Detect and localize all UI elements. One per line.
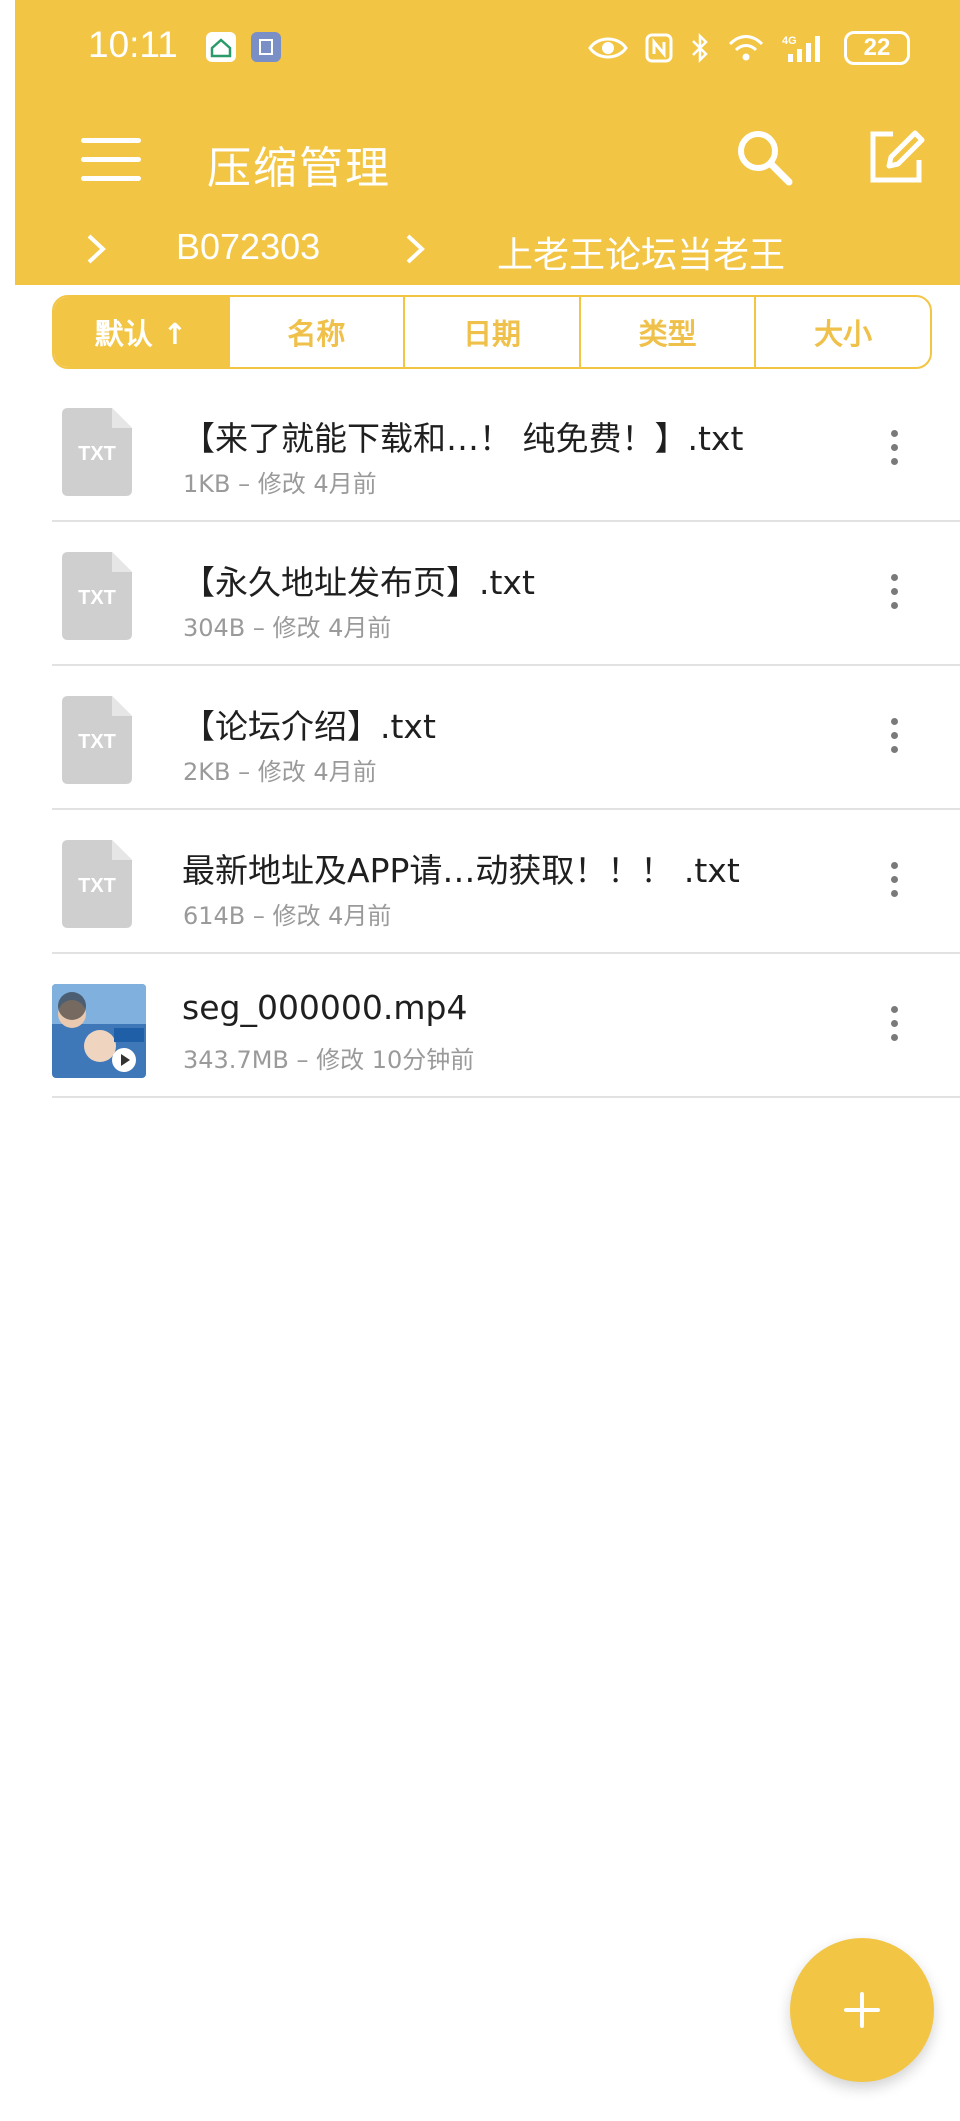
app-bar: 10:11 4G 22 压缩管理 B072303 上老王论坛当老王 <box>15 0 960 285</box>
more-vert-icon[interactable] <box>874 858 914 902</box>
video-thumbnail <box>52 984 146 1078</box>
file-meta: 614B – 修改 4月前 <box>183 902 392 930</box>
edit-icon[interactable] <box>865 128 925 188</box>
toolbar: 压缩管理 <box>15 112 960 202</box>
breadcrumb-item-folder[interactable]: B072303 <box>176 226 320 268</box>
sort-tab-date[interactable]: 日期 <box>403 297 579 367</box>
file-type-label: TXT <box>78 443 116 465</box>
sort-tabs: 默认 ↑ 名称 日期 类型 大小 <box>52 295 932 369</box>
list-item[interactable]: seg_000000.mp4 343.7MB – 修改 10分钟前 <box>52 954 960 1098</box>
nfc-icon <box>645 33 673 63</box>
file-name: 最新地址及APP请…动获取！！！ .txt <box>182 851 740 890</box>
txt-file-icon: TXT <box>62 552 132 640</box>
file-meta: 343.7MB – 修改 10分钟前 <box>183 1046 475 1074</box>
txt-file-icon: TXT <box>62 840 132 928</box>
wifi-icon <box>728 35 764 61</box>
add-button[interactable] <box>790 1938 934 2082</box>
sort-tab-name[interactable]: 名称 <box>227 297 404 367</box>
file-type-label: TXT <box>78 731 116 753</box>
list-item[interactable]: TXT 【论坛介绍】.txt 2KB – 修改 4月前 <box>52 666 960 810</box>
file-meta: 1KB – 修改 4月前 <box>183 470 377 498</box>
page-title: 压缩管理 <box>207 143 391 194</box>
svg-text:4G: 4G <box>782 35 797 47</box>
file-name: seg_000000.mp4 <box>182 988 468 1027</box>
list-item[interactable]: TXT 【永久地址发布页】.txt 304B – 修改 4月前 <box>52 522 960 666</box>
file-list: TXT 【来了就能下载和…！ 纯免费！】.txt 1KB – 修改 4月前 TX… <box>52 378 960 1098</box>
plus-icon <box>860 1992 864 2028</box>
bluetooth-icon <box>692 32 708 64</box>
file-type-label: TXT <box>78 587 116 609</box>
chevron-right-icon <box>87 234 106 264</box>
menu-icon[interactable] <box>81 130 141 188</box>
file-meta: 304B – 修改 4月前 <box>183 614 392 642</box>
list-item[interactable]: TXT 【来了就能下载和…！ 纯免费！】.txt 1KB – 修改 4月前 <box>52 378 960 522</box>
sort-tab-size[interactable]: 大小 <box>754 297 930 367</box>
txt-file-icon: TXT <box>62 408 132 496</box>
more-vert-icon[interactable] <box>874 426 914 470</box>
status-bar: 10:11 4G 22 <box>15 0 960 100</box>
file-meta: 2KB – 修改 4月前 <box>183 758 377 786</box>
file-name: 【论坛介绍】.txt <box>182 707 436 746</box>
app-badge-icon <box>251 32 281 62</box>
eye-icon <box>588 37 628 59</box>
txt-file-icon: TXT <box>62 696 132 784</box>
more-vert-icon[interactable] <box>874 570 914 614</box>
more-vert-icon[interactable] <box>874 714 914 758</box>
breadcrumb-item-current[interactable]: 上老王论坛当老王 <box>497 226 785 278</box>
more-vert-icon[interactable] <box>874 1002 914 1046</box>
breadcrumb: B072303 上老王论坛当老王 <box>15 218 960 278</box>
search-icon[interactable] <box>733 126 795 188</box>
file-type-label: TXT <box>78 875 116 897</box>
signal-4g-icon: 4G <box>782 35 820 62</box>
status-icons: 4G 22 <box>588 28 910 68</box>
status-time: 10:11 <box>88 24 178 65</box>
list-item[interactable]: TXT 最新地址及APP请…动获取！！！ .txt 614B – 修改 4月前 <box>52 810 960 954</box>
sort-tab-type[interactable]: 类型 <box>578 297 755 367</box>
home-app-icon <box>206 32 236 62</box>
sort-tab-default[interactable]: 默认 ↑ <box>54 297 228 367</box>
file-name: 【来了就能下载和…！ 纯免费！】.txt <box>182 419 744 458</box>
file-name: 【永久地址发布页】.txt <box>182 563 535 602</box>
battery-icon: 22 <box>844 31 910 65</box>
chevron-right-icon <box>406 234 425 264</box>
